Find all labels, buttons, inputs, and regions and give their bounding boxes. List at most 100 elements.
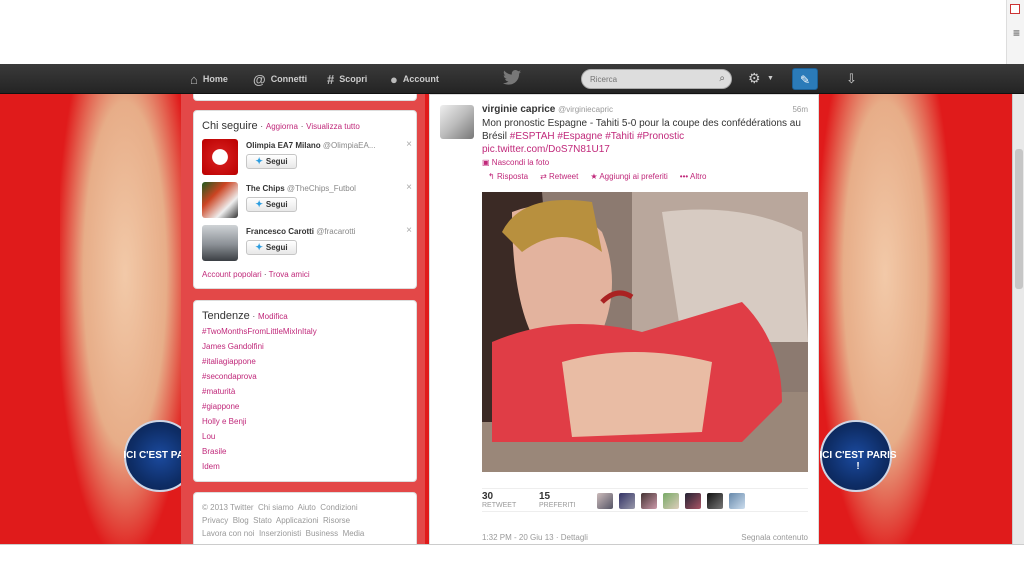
retweet-action[interactable]: ⇄ Retweet xyxy=(540,172,578,181)
follow-button[interactable]: ✦ Segui xyxy=(246,197,297,212)
top-navigation-bar: ⌂ Home @ Connetti # Scopri ● Account xyxy=(0,64,1024,94)
footer-link[interactable]: Blog xyxy=(233,516,249,525)
trend-item[interactable]: Brasile xyxy=(202,447,226,456)
nav-home[interactable]: ⌂ Home xyxy=(190,64,228,94)
tweet-timestamp: 1:32 PM - 20 Giu 13 xyxy=(482,533,554,542)
trends-header: Tendenze · Modifica xyxy=(202,310,288,322)
close-icon[interactable]: × xyxy=(406,139,412,150)
view-all-link[interactable]: Visualizza tutto xyxy=(306,122,360,131)
change-trends-link[interactable]: Modifica xyxy=(258,312,288,321)
details-link[interactable]: Dettagli xyxy=(561,533,588,542)
tweet-author-name[interactable]: virginie caprice xyxy=(482,104,555,115)
trend-item[interactable]: #giappone xyxy=(202,402,239,411)
avatar[interactable] xyxy=(202,139,238,175)
suggestion-name[interactable]: Francesco Carotti @fracarotti xyxy=(246,227,356,236)
tweet-card: virginie caprice @virginiecapric 56m Mon… xyxy=(429,94,819,544)
chevron-down-icon[interactable]: ▼ xyxy=(767,75,774,82)
popular-accounts-link[interactable]: Account popolari xyxy=(202,270,262,279)
avatar[interactable] xyxy=(619,493,635,509)
report-link[interactable]: Segnala contenuto xyxy=(741,533,808,542)
tweet-photo[interactable] xyxy=(482,192,808,472)
find-friends-link[interactable]: Trova amici xyxy=(269,270,310,279)
trend-item[interactable]: #maturità xyxy=(202,387,235,396)
nav-account[interactable]: ● Account xyxy=(390,64,439,94)
trend-item[interactable]: #TwoMonthsFromLittleMixInItaly xyxy=(202,327,317,336)
follow-label: Segui xyxy=(265,157,288,166)
footer-link[interactable]: Risorse xyxy=(323,516,350,525)
close-icon[interactable]: × xyxy=(406,182,412,193)
footer-link[interactable]: Media xyxy=(343,529,365,538)
avatar[interactable] xyxy=(729,493,745,509)
footer-link[interactable]: Aiuto xyxy=(298,503,316,512)
avatar[interactable] xyxy=(597,493,613,509)
more-action[interactable]: ••• Altro xyxy=(680,172,707,181)
suggestion-row: The Chips @TheChips_Futbol ✦ Segui × xyxy=(202,182,412,222)
compose-tweet-button[interactable]: ✎ xyxy=(792,68,818,90)
close-icon[interactable]: × xyxy=(406,225,412,236)
search-input[interactable] xyxy=(590,73,710,86)
home-icon: ⌂ xyxy=(190,71,198,87)
footer-link[interactable]: Inserzionisti xyxy=(259,529,301,538)
who-to-follow-header: Chi seguire · Aggiorna · Visualizza tutt… xyxy=(202,120,360,132)
suggestion-name[interactable]: The Chips @TheChips_Futbol xyxy=(246,184,356,193)
refresh-link[interactable]: Aggiorna xyxy=(266,122,298,131)
suggestion-name[interactable]: Olimpia EA7 Milano @OlimpiaEA... xyxy=(246,141,376,150)
avatar[interactable] xyxy=(663,493,679,509)
compose-icon: ✎ xyxy=(799,73,811,87)
footer-link[interactable]: Condizioni xyxy=(320,503,357,512)
retweet-count[interactable]: 30 RETWEET xyxy=(482,491,516,509)
trend-item[interactable]: #secondaprova xyxy=(202,372,257,381)
trend-item[interactable]: James Gandolfini xyxy=(202,342,264,351)
suggestion-row: Francesco Carotti @fracarotti ✦ Segui × xyxy=(202,225,412,265)
tweet-author[interactable]: virginie caprice @virginiecapric xyxy=(482,104,613,115)
favorite-count[interactable]: 15 PREFERITI xyxy=(539,491,576,509)
footer-link[interactable]: Business xyxy=(306,529,338,538)
favorite-action[interactable]: ★ Aggiungi ai preferiti xyxy=(590,172,667,181)
nav-discover[interactable]: # Scopri xyxy=(327,64,367,94)
footer-link[interactable]: Applicazioni xyxy=(276,516,319,525)
search-icon[interactable]: ⌕ xyxy=(719,73,725,84)
hashtag-link[interactable]: #Pronostic xyxy=(637,131,684,142)
footer-link[interactable]: Lavora con noi xyxy=(202,529,254,538)
twitter-bird-icon[interactable] xyxy=(503,70,521,89)
photo-link[interactable]: pic.twitter.com/DoS7N81U17 xyxy=(482,144,610,155)
suggestion-fullname[interactable]: Olimpia EA7 Milano xyxy=(246,141,321,150)
page-scrollbar[interactable] xyxy=(1012,94,1024,544)
footer-link[interactable]: Stato xyxy=(253,516,272,525)
browser-scrollbar-top[interactable]: ≡ xyxy=(1006,0,1024,64)
trend-item[interactable]: Holly e Benji xyxy=(202,417,246,426)
trend-item[interactable]: Lou xyxy=(202,432,215,441)
avatar[interactable] xyxy=(202,225,238,261)
footer-link[interactable]: Chi siamo xyxy=(258,503,294,512)
nav-home-label: Home xyxy=(202,74,228,84)
suggestion-handle: @OlimpiaEA... xyxy=(322,141,376,150)
suggestion-fullname[interactable]: Francesco Carotti xyxy=(246,227,314,236)
footer-link[interactable]: Privacy xyxy=(202,516,228,525)
avatar[interactable] xyxy=(685,493,701,509)
suggestion-fullname[interactable]: The Chips xyxy=(246,184,285,193)
scrollbar-thumb[interactable] xyxy=(1015,149,1023,289)
hashtag-link[interactable]: #Espagne xyxy=(557,131,602,142)
star-icon: ★ xyxy=(590,172,598,181)
hashtag-link[interactable]: #ESPTAH xyxy=(510,131,555,142)
scroll-up-arrow[interactable] xyxy=(1010,4,1020,14)
hashtag-link[interactable]: #Tahiti xyxy=(605,131,634,142)
download-icon[interactable]: ⇩ xyxy=(846,71,857,87)
avatar[interactable] xyxy=(641,493,657,509)
retweet-number: 30 xyxy=(482,491,494,502)
avatar[interactable] xyxy=(707,493,723,509)
follow-button[interactable]: ✦ Segui xyxy=(246,154,297,169)
trend-item[interactable]: Idem xyxy=(202,462,220,471)
header-separator: · xyxy=(252,312,256,321)
trend-item[interactable]: #italiagiappone xyxy=(202,357,256,366)
search-box[interactable]: ⌕ xyxy=(581,69,732,89)
nav-connect[interactable]: @ Connetti xyxy=(253,64,307,94)
tweet-time[interactable]: 56m xyxy=(792,105,808,114)
follow-button[interactable]: ✦ Segui xyxy=(246,240,297,255)
hide-photo-link[interactable]: ▣ Nascondi la foto xyxy=(482,158,549,167)
gear-icon[interactable]: ⚙ xyxy=(748,70,761,87)
reply-action[interactable]: ↰ Risposta xyxy=(488,172,528,181)
hamburger-icon[interactable]: ≡ xyxy=(1013,26,1020,40)
avatar[interactable] xyxy=(202,182,238,218)
avatar[interactable] xyxy=(440,105,474,139)
